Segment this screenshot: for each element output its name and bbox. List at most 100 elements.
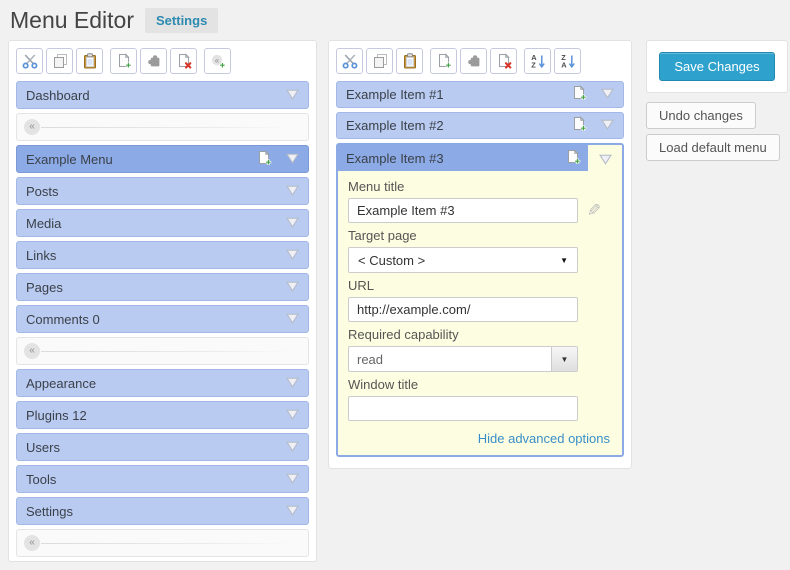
- two-pages-icon: [52, 53, 68, 69]
- menu-separator[interactable]: «: [16, 113, 309, 141]
- menu-item-comments[interactable]: Comments 0: [16, 305, 309, 333]
- menu-item-media[interactable]: Media: [16, 209, 309, 237]
- svg-text:Z: Z: [531, 61, 536, 69]
- expand-triangle-icon[interactable]: [286, 280, 299, 295]
- expand-triangle-icon[interactable]: [286, 88, 299, 103]
- menu-item-settings[interactable]: Settings: [16, 497, 309, 525]
- caret-down-icon: ▼: [561, 355, 569, 364]
- page-title: Menu Editor: [10, 9, 134, 32]
- scissors-icon: [22, 53, 38, 69]
- expand-triangle-icon[interactable]: [286, 216, 299, 231]
- target-page-selected-value: < Custom >: [358, 253, 425, 268]
- paste-button[interactable]: [76, 48, 103, 74]
- clipboard-icon: [82, 53, 98, 69]
- copy-button[interactable]: [46, 48, 73, 74]
- capability-combobox: ▼: [348, 346, 578, 372]
- separator-line: [41, 351, 291, 352]
- new-separator-button[interactable]: «: [204, 48, 231, 74]
- menu-item-users[interactable]: Users: [16, 433, 309, 461]
- submenu-item-example-2[interactable]: Example Item #2: [336, 112, 624, 139]
- menu-separator[interactable]: «: [16, 337, 309, 365]
- expand-triangle-icon[interactable]: [286, 472, 299, 487]
- expand-triangle-icon[interactable]: [601, 87, 614, 102]
- expand-triangle-icon[interactable]: [286, 504, 299, 519]
- separator-guillemet-icon: «: [24, 535, 40, 551]
- menu-separator[interactable]: «: [16, 529, 309, 557]
- page-red-x-icon: [496, 53, 512, 69]
- page-plus-icon[interactable]: [565, 149, 581, 168]
- new-item-button[interactable]: [110, 48, 137, 74]
- menu-item-example-menu[interactable]: Example Menu: [16, 145, 309, 173]
- toggle-plugin-button[interactable]: [460, 48, 487, 74]
- target-page-label: Target page: [348, 228, 612, 243]
- settings-button[interactable]: Settings: [145, 8, 218, 33]
- load-default-menu-button[interactable]: Load default menu: [646, 134, 780, 161]
- page-plus-icon: [436, 53, 452, 69]
- target-page-select[interactable]: < Custom > ▼: [348, 247, 578, 273]
- submenu-item-example-3-expanded: Example Item #3 Menu title ✎ Target page…: [336, 143, 624, 457]
- submenu-list: Example Item #1 Example Item #2 Example …: [336, 81, 624, 457]
- page-red-x-icon: [176, 53, 192, 69]
- puzzle-piece-icon: [466, 53, 482, 69]
- main-menu-panel: « Dashboard « Example Menu Posts Media: [8, 40, 317, 562]
- caret-down-icon: ▼: [560, 256, 568, 265]
- delete-button[interactable]: [170, 48, 197, 74]
- capability-dropdown-button[interactable]: ▼: [551, 347, 577, 371]
- expand-triangle-icon[interactable]: [286, 248, 299, 263]
- expand-triangle-icon[interactable]: [601, 118, 614, 133]
- sort-ascending-button[interactable]: AZ: [524, 48, 551, 74]
- menu-item-pages[interactable]: Pages: [16, 273, 309, 301]
- separator-line: [41, 543, 291, 544]
- edit-pencil-icon[interactable]: ✎: [578, 201, 610, 221]
- scissors-icon: [342, 53, 358, 69]
- separator-line: [41, 127, 291, 128]
- url-input[interactable]: [348, 297, 578, 322]
- clipboard-icon: [402, 53, 418, 69]
- menu-item-tools[interactable]: Tools: [16, 465, 309, 493]
- delete-button[interactable]: [490, 48, 517, 74]
- submenu-panel: AZ ZA Example Item #1 Example Item #2 Ex…: [328, 40, 632, 469]
- main-menu-toolbar: «: [16, 48, 309, 74]
- guillemet-plus-icon: «: [210, 53, 226, 69]
- cut-button[interactable]: [336, 48, 363, 74]
- submenu-item-example-1[interactable]: Example Item #1: [336, 81, 624, 108]
- two-pages-icon: [372, 53, 388, 69]
- page-plus-icon[interactable]: [571, 116, 587, 135]
- copy-button[interactable]: [366, 48, 393, 74]
- paste-button[interactable]: [396, 48, 423, 74]
- expand-triangle-icon[interactable]: [286, 440, 299, 455]
- separator-guillemet-icon: «: [24, 343, 40, 359]
- menu-item-links[interactable]: Links: [16, 241, 309, 269]
- hide-advanced-options-link[interactable]: Hide advanced options: [348, 431, 610, 446]
- undo-changes-button[interactable]: Undo changes: [646, 102, 756, 129]
- save-changes-button[interactable]: Save Changes: [659, 52, 774, 81]
- cut-button[interactable]: [16, 48, 43, 74]
- expand-triangle-icon[interactable]: [286, 408, 299, 423]
- page-plus-icon: [116, 53, 132, 69]
- menu-item-plugins[interactable]: Plugins 12: [16, 401, 309, 429]
- page-plus-icon[interactable]: [571, 85, 587, 104]
- new-item-button[interactable]: [430, 48, 457, 74]
- expand-triangle-icon[interactable]: [286, 152, 299, 167]
- capability-input[interactable]: [349, 347, 551, 371]
- url-label: URL: [348, 278, 612, 293]
- window-title-input[interactable]: [348, 396, 578, 421]
- svg-text:A: A: [561, 61, 567, 69]
- expand-triangle-icon[interactable]: [286, 376, 299, 391]
- item-editor-form: Menu title ✎ Target page < Custom > ▼ UR…: [338, 171, 622, 455]
- collapse-triangle-icon[interactable]: [599, 153, 612, 168]
- puzzle-piece-icon: [146, 53, 162, 69]
- page-plus-icon[interactable]: [256, 150, 272, 169]
- z-a-down-arrow-icon: ZA: [560, 53, 576, 69]
- menu-item-appearance[interactable]: Appearance: [16, 369, 309, 397]
- menu-item-posts[interactable]: Posts: [16, 177, 309, 205]
- menu-item-dashboard[interactable]: Dashboard: [16, 81, 309, 109]
- menu-title-input[interactable]: [348, 198, 578, 223]
- submenu-item-example-3-header[interactable]: Example Item #3: [338, 145, 588, 171]
- menu-title-label: Menu title: [348, 179, 612, 194]
- expand-triangle-icon[interactable]: [286, 184, 299, 199]
- sort-descending-button[interactable]: ZA: [554, 48, 581, 74]
- submenu-toolbar: AZ ZA: [336, 48, 624, 74]
- toggle-plugin-button[interactable]: [140, 48, 167, 74]
- expand-triangle-icon[interactable]: [286, 312, 299, 327]
